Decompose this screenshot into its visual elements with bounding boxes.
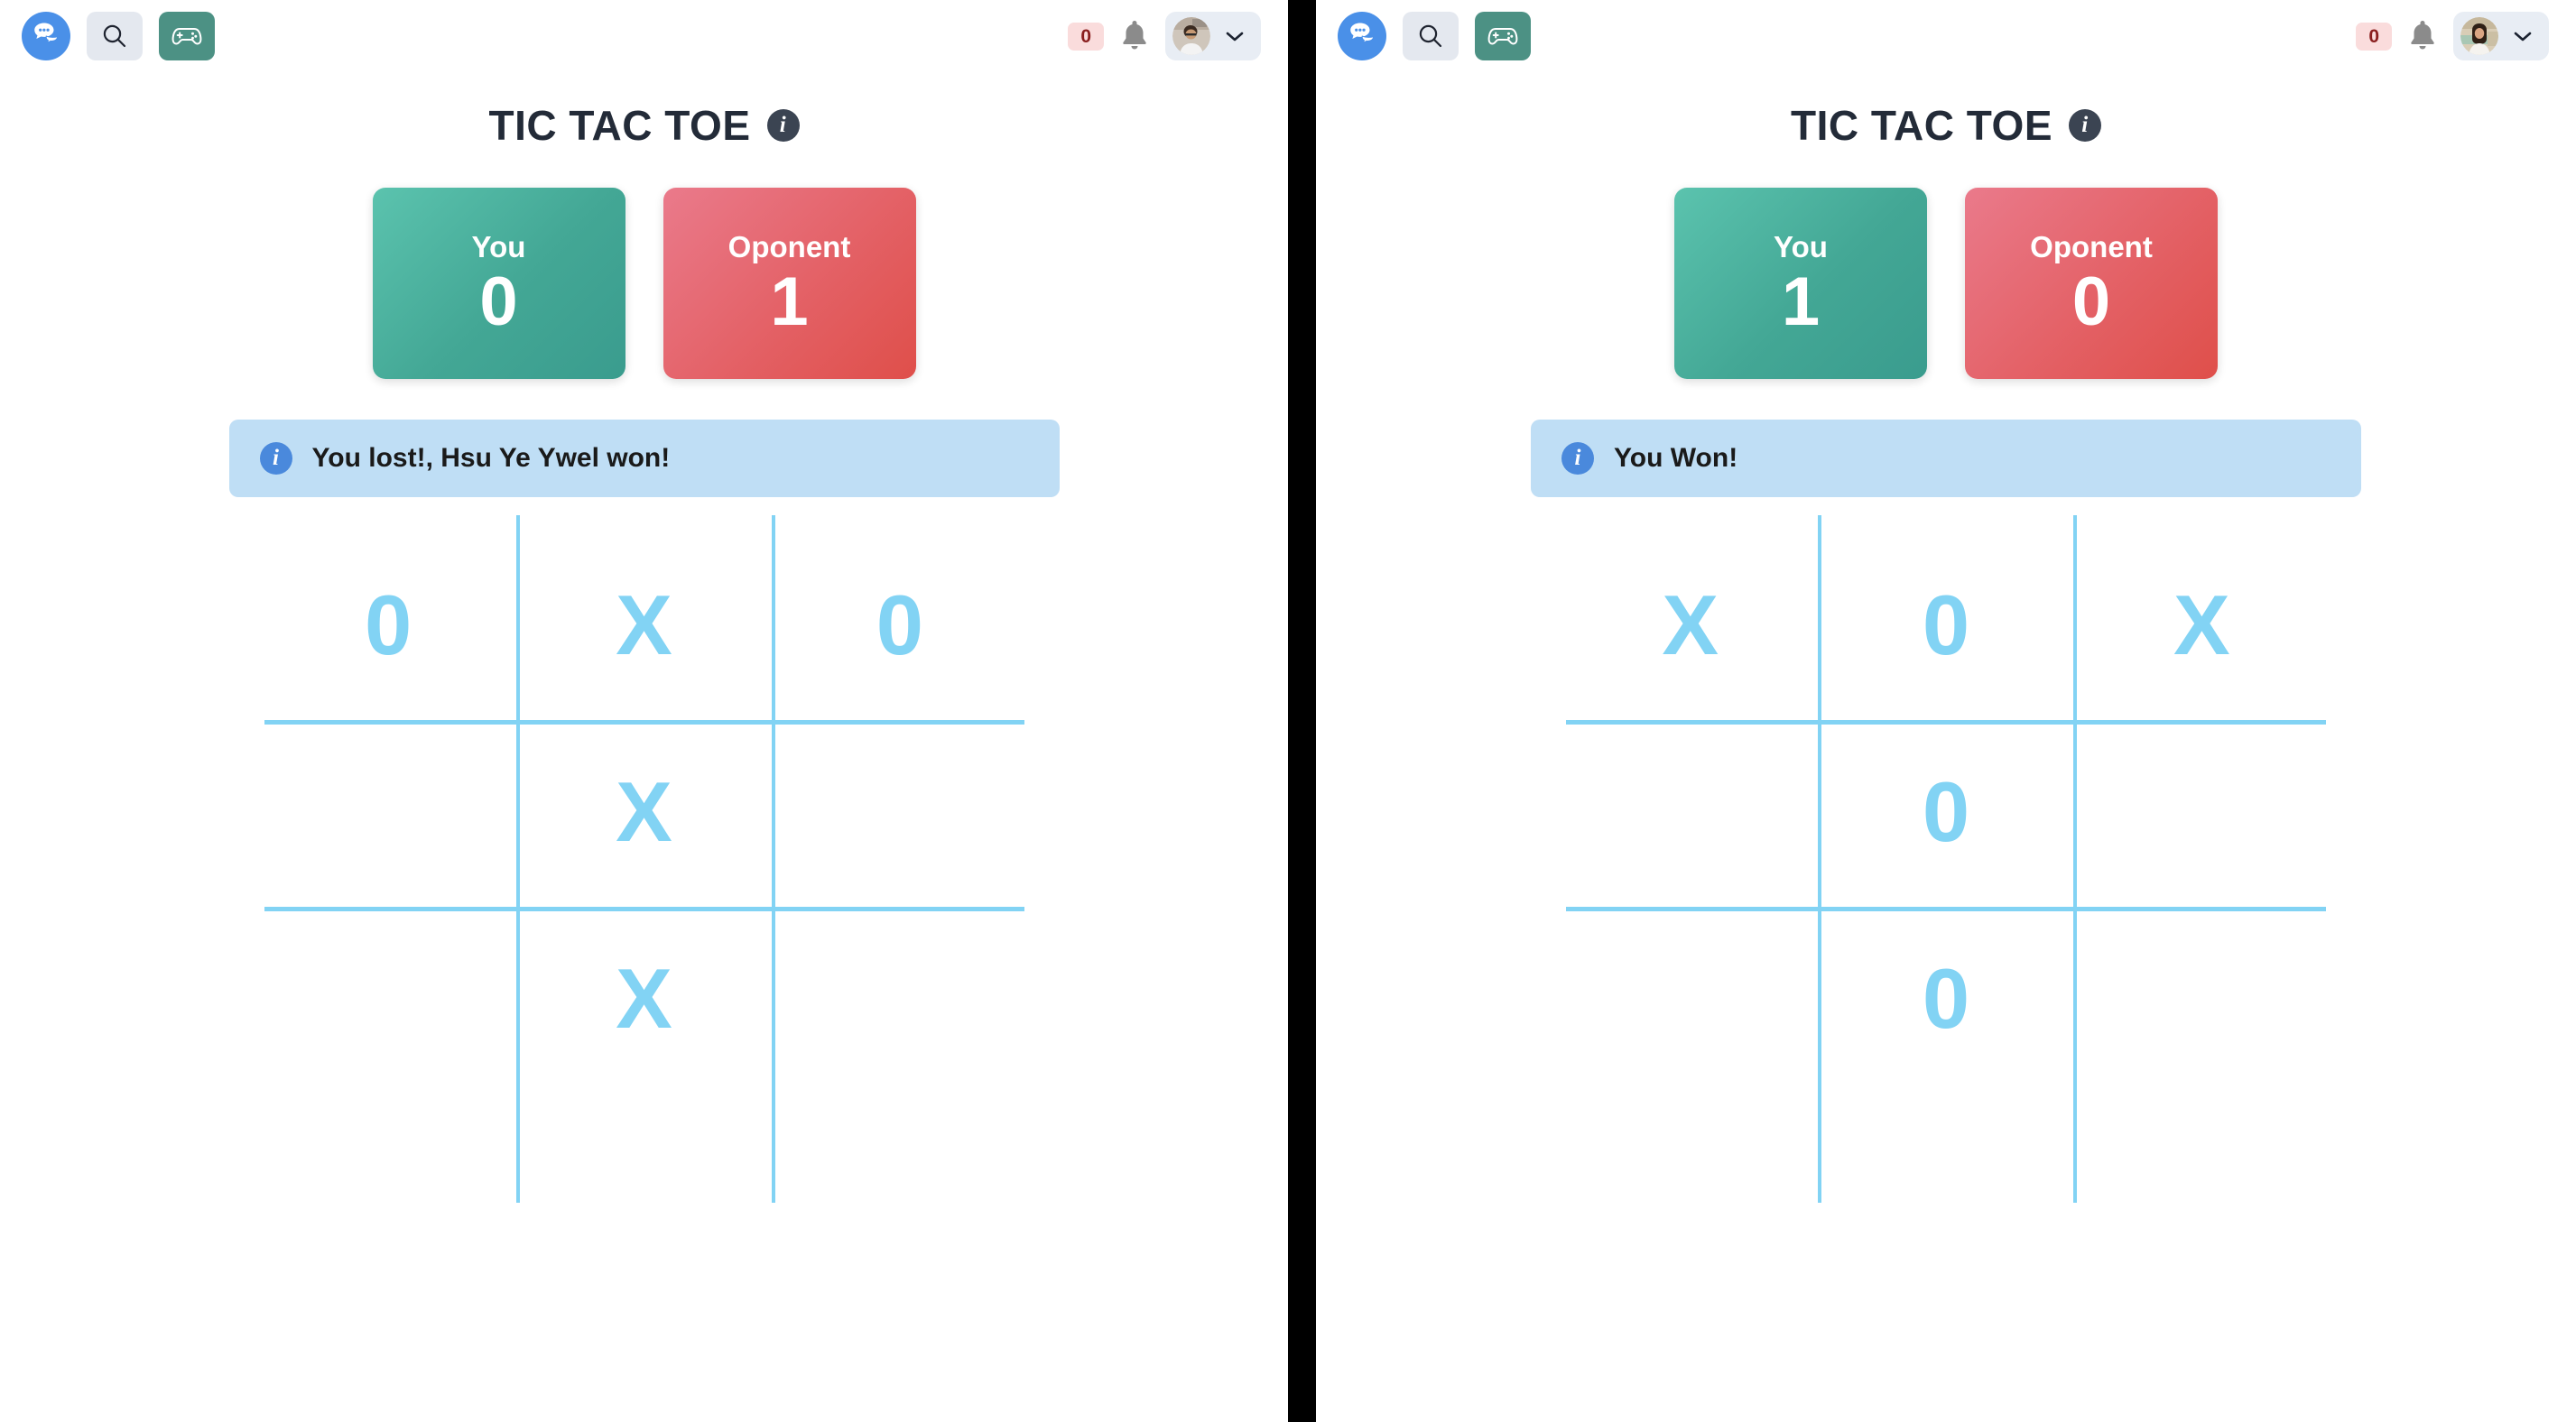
- dual-panel-screenshot: 0 TIC TAC TOE i You 0 Oponent 1 i You lo…: [0, 0, 2576, 1422]
- search-button[interactable]: [1403, 12, 1459, 60]
- gamepad-button[interactable]: [1475, 12, 1531, 60]
- user-avatar-male: [1172, 17, 1210, 55]
- board-cell[interactable]: X: [2074, 535, 2330, 722]
- score-value-opponent: 1: [770, 263, 809, 340]
- chat-bubbles-icon-button[interactable]: [22, 12, 70, 60]
- panel-left: 0 TIC TAC TOE i You 0 Oponent 1 i You lo…: [0, 0, 1288, 1422]
- nav-left-group-left: [22, 12, 215, 60]
- status-message: You lost!, Hsu Ye Ywel won!: [311, 443, 671, 473]
- bell-icon[interactable]: [2406, 18, 2439, 54]
- score-label-you: You: [1774, 230, 1828, 263]
- board-cell[interactable]: 0: [1818, 722, 2073, 909]
- game-title-text: TIC TAC TOE: [1790, 102, 2052, 149]
- score-card-opponent: Oponent 0: [1965, 188, 2218, 379]
- chat-bubbles-icon-button[interactable]: [1338, 12, 1386, 60]
- board-cell[interactable]: [2074, 908, 2330, 1094]
- score-label-you: You: [471, 230, 526, 263]
- board-cell[interactable]: X: [516, 535, 772, 722]
- avatar: [2460, 17, 2498, 55]
- board-cell[interactable]: 0: [772, 535, 1027, 722]
- board-cell[interactable]: 0: [1818, 535, 2073, 722]
- score-card-you: You 1: [1674, 188, 1927, 379]
- score-value-you: 1: [1781, 263, 1821, 340]
- search-icon: [103, 24, 126, 48]
- page-title-right: TIC TAC TOE i: [1316, 101, 2576, 150]
- chat-bubbles-icon: [34, 23, 59, 44]
- board-wrapper-right: X 0 X 0 0: [1316, 515, 2576, 1203]
- board-cell[interactable]: [261, 908, 516, 1094]
- user-avatar-female: [2460, 17, 2498, 55]
- user-menu-left[interactable]: [1165, 12, 1261, 60]
- gamepad-icon: [171, 28, 202, 45]
- nav-right-group-left: 0: [1068, 12, 1261, 60]
- panel-divider: [1288, 0, 1316, 1422]
- board-cell[interactable]: [261, 722, 516, 909]
- info-icon[interactable]: i: [766, 109, 800, 142]
- board-cell[interactable]: 0: [261, 535, 516, 722]
- notification-count-badge[interactable]: 0: [1068, 22, 1104, 51]
- board-cell[interactable]: [2074, 722, 2330, 909]
- board-cell[interactable]: [1562, 722, 1818, 909]
- notification-count-badge[interactable]: 0: [2356, 22, 2392, 51]
- board-cells-right: X 0 X 0 0: [1562, 535, 2330, 1094]
- tic-tac-toe-board-right: X 0 X 0 0: [1562, 515, 2330, 1203]
- status-banner-left: i You lost!, Hsu Ye Ywel won!: [228, 420, 1060, 497]
- bell-icon[interactable]: [1118, 18, 1151, 54]
- page-title-left: TIC TAC TOE i: [0, 101, 1288, 150]
- top-navigation-bar-right: 0: [1316, 0, 2576, 72]
- top-navigation-bar-left: 0: [0, 0, 1288, 72]
- tic-tac-toe-board-left: 0 X 0 X X: [261, 515, 1028, 1203]
- scoreboard-right: You 1 Oponent 0: [1316, 188, 2576, 379]
- score-card-opponent: Oponent 1: [663, 188, 916, 379]
- board-cell[interactable]: X: [516, 908, 772, 1094]
- board-cell[interactable]: [1562, 908, 1818, 1094]
- status-message: You Won!: [1614, 443, 1738, 473]
- chat-bubbles-icon: [1350, 23, 1375, 44]
- scoreboard-left: You 0 Oponent 1: [0, 188, 1288, 379]
- board-cells-left: 0 X 0 X X: [261, 535, 1028, 1094]
- status-banner-right: i You Won!: [1531, 420, 2361, 497]
- nav-right-group-right: 0: [2356, 12, 2549, 60]
- board-cell[interactable]: 0: [1818, 908, 2073, 1094]
- game-title-text: TIC TAC TOE: [488, 102, 751, 149]
- search-icon: [1419, 24, 1442, 48]
- user-menu-right[interactable]: [2453, 12, 2549, 60]
- score-label-opponent: Oponent: [727, 230, 851, 263]
- game-content-right: TIC TAC TOE i You 1 Oponent 0 i You Won!: [1316, 72, 2576, 1203]
- score-value-you: 0: [479, 263, 518, 340]
- chevron-down-icon: [2514, 32, 2532, 42]
- info-icon[interactable]: i: [2069, 109, 2101, 142]
- panel-right: 0 TIC TAC TOE i You 1 Oponent 0 i You Wo…: [1316, 0, 2576, 1422]
- board-cell[interactable]: [772, 722, 1027, 909]
- score-value-opponent: 0: [2071, 263, 2111, 340]
- gamepad-icon: [1487, 28, 1518, 45]
- board-cell[interactable]: X: [516, 722, 772, 909]
- info-icon: i: [1561, 442, 1594, 475]
- chevron-down-icon: [1226, 32, 1244, 42]
- info-icon: i: [259, 442, 292, 475]
- nav-left-group-right: [1338, 12, 1531, 60]
- board-cell[interactable]: X: [1562, 535, 1818, 722]
- score-card-you: You 0: [372, 188, 625, 379]
- score-label-opponent: Oponent: [2030, 230, 2153, 263]
- board-wrapper-left: 0 X 0 X X: [0, 515, 1288, 1203]
- game-content-left: TIC TAC TOE i You 0 Oponent 1 i You lost…: [0, 72, 1288, 1203]
- gamepad-button[interactable]: [159, 12, 215, 60]
- board-cell[interactable]: [772, 908, 1027, 1094]
- avatar: [1172, 17, 1210, 55]
- search-button[interactable]: [87, 12, 143, 60]
